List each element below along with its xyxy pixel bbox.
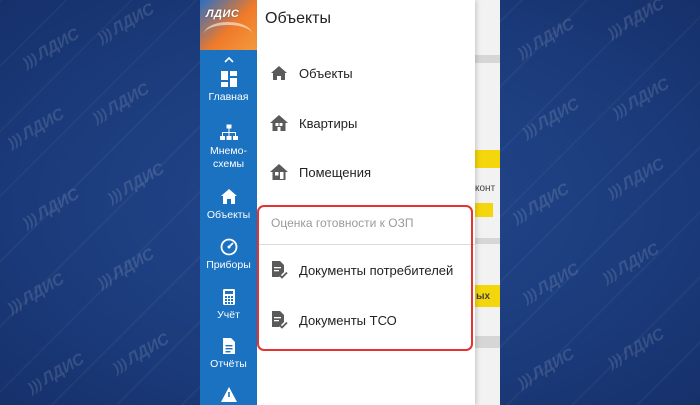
rail-item-reports[interactable]: Отчёты — [200, 337, 257, 371]
logo-text: ЛДИС — [206, 8, 240, 20]
apartment-icon — [269, 113, 289, 133]
rail-item-label: Главная — [208, 91, 249, 103]
rail-item-home[interactable]: Главная — [200, 70, 257, 104]
rail-item-label: Отчёты — [210, 358, 247, 370]
section-label-ozp: Оценка готовности к ОЗП — [271, 216, 414, 230]
logo[interactable]: ЛДИС — [200, 0, 257, 50]
objects-menu-panel: Объекты Объекты Квартиры Помещения Оценк… — [257, 0, 475, 405]
document-icon — [222, 338, 235, 354]
rail-item-label: Приборы — [206, 259, 251, 271]
menu-item-label: Помещения — [299, 164, 372, 180]
menu-item-premises[interactable]: Помещения — [257, 150, 475, 194]
premises-icon — [269, 162, 289, 182]
rail-item-label: Мнемо- — [210, 145, 247, 157]
rail-item-objects[interactable]: Объекты — [200, 188, 257, 222]
content-fragment: ых — [476, 291, 491, 302]
home-icon — [269, 63, 289, 83]
menu-item-label: Документы потребителей — [299, 262, 454, 278]
document-check-icon — [269, 310, 289, 330]
warning-icon — [220, 387, 237, 402]
menu-item-objects[interactable]: Объекты — [257, 51, 475, 95]
calculator-icon — [222, 289, 235, 305]
rail-item-label: схемы — [213, 158, 244, 170]
hierarchy-icon — [219, 124, 238, 140]
rail-item-label: Учёт — [217, 309, 240, 321]
content-fragment: конт — [475, 183, 496, 194]
panel-title: Объекты — [265, 10, 331, 27]
menu-item-tso-documents[interactable]: Документы ТСО — [257, 298, 475, 342]
home-icon — [220, 189, 237, 204]
menu-item-label: Квартиры — [299, 115, 358, 131]
nav-rail: ЛДИС Главная Мнемо- схемы Объекты Прибор… — [200, 0, 257, 405]
rail-item-alerts[interactable] — [200, 386, 257, 405]
gauge-icon — [220, 238, 237, 256]
rail-item-label: Объекты — [206, 209, 251, 221]
rail-item-mnemo[interactable]: Мнемо- схемы — [200, 124, 257, 171]
rail-item-devices[interactable]: Приборы — [200, 238, 257, 272]
background-content: конт ых — [475, 0, 500, 405]
document-check-icon — [269, 260, 289, 280]
chevron-up-icon[interactable] — [200, 53, 257, 65]
menu-item-consumer-documents[interactable]: Документы потребителей — [257, 248, 475, 292]
rail-item-accounting[interactable]: Учёт — [200, 288, 257, 322]
section-divider — [257, 244, 475, 245]
menu-item-label: Документы ТСО — [299, 312, 397, 328]
dashboard-icon — [220, 71, 237, 87]
menu-item-label: Объекты — [299, 65, 353, 81]
menu-item-apartments[interactable]: Квартиры — [257, 101, 475, 145]
logo-swirl — [204, 22, 252, 46]
